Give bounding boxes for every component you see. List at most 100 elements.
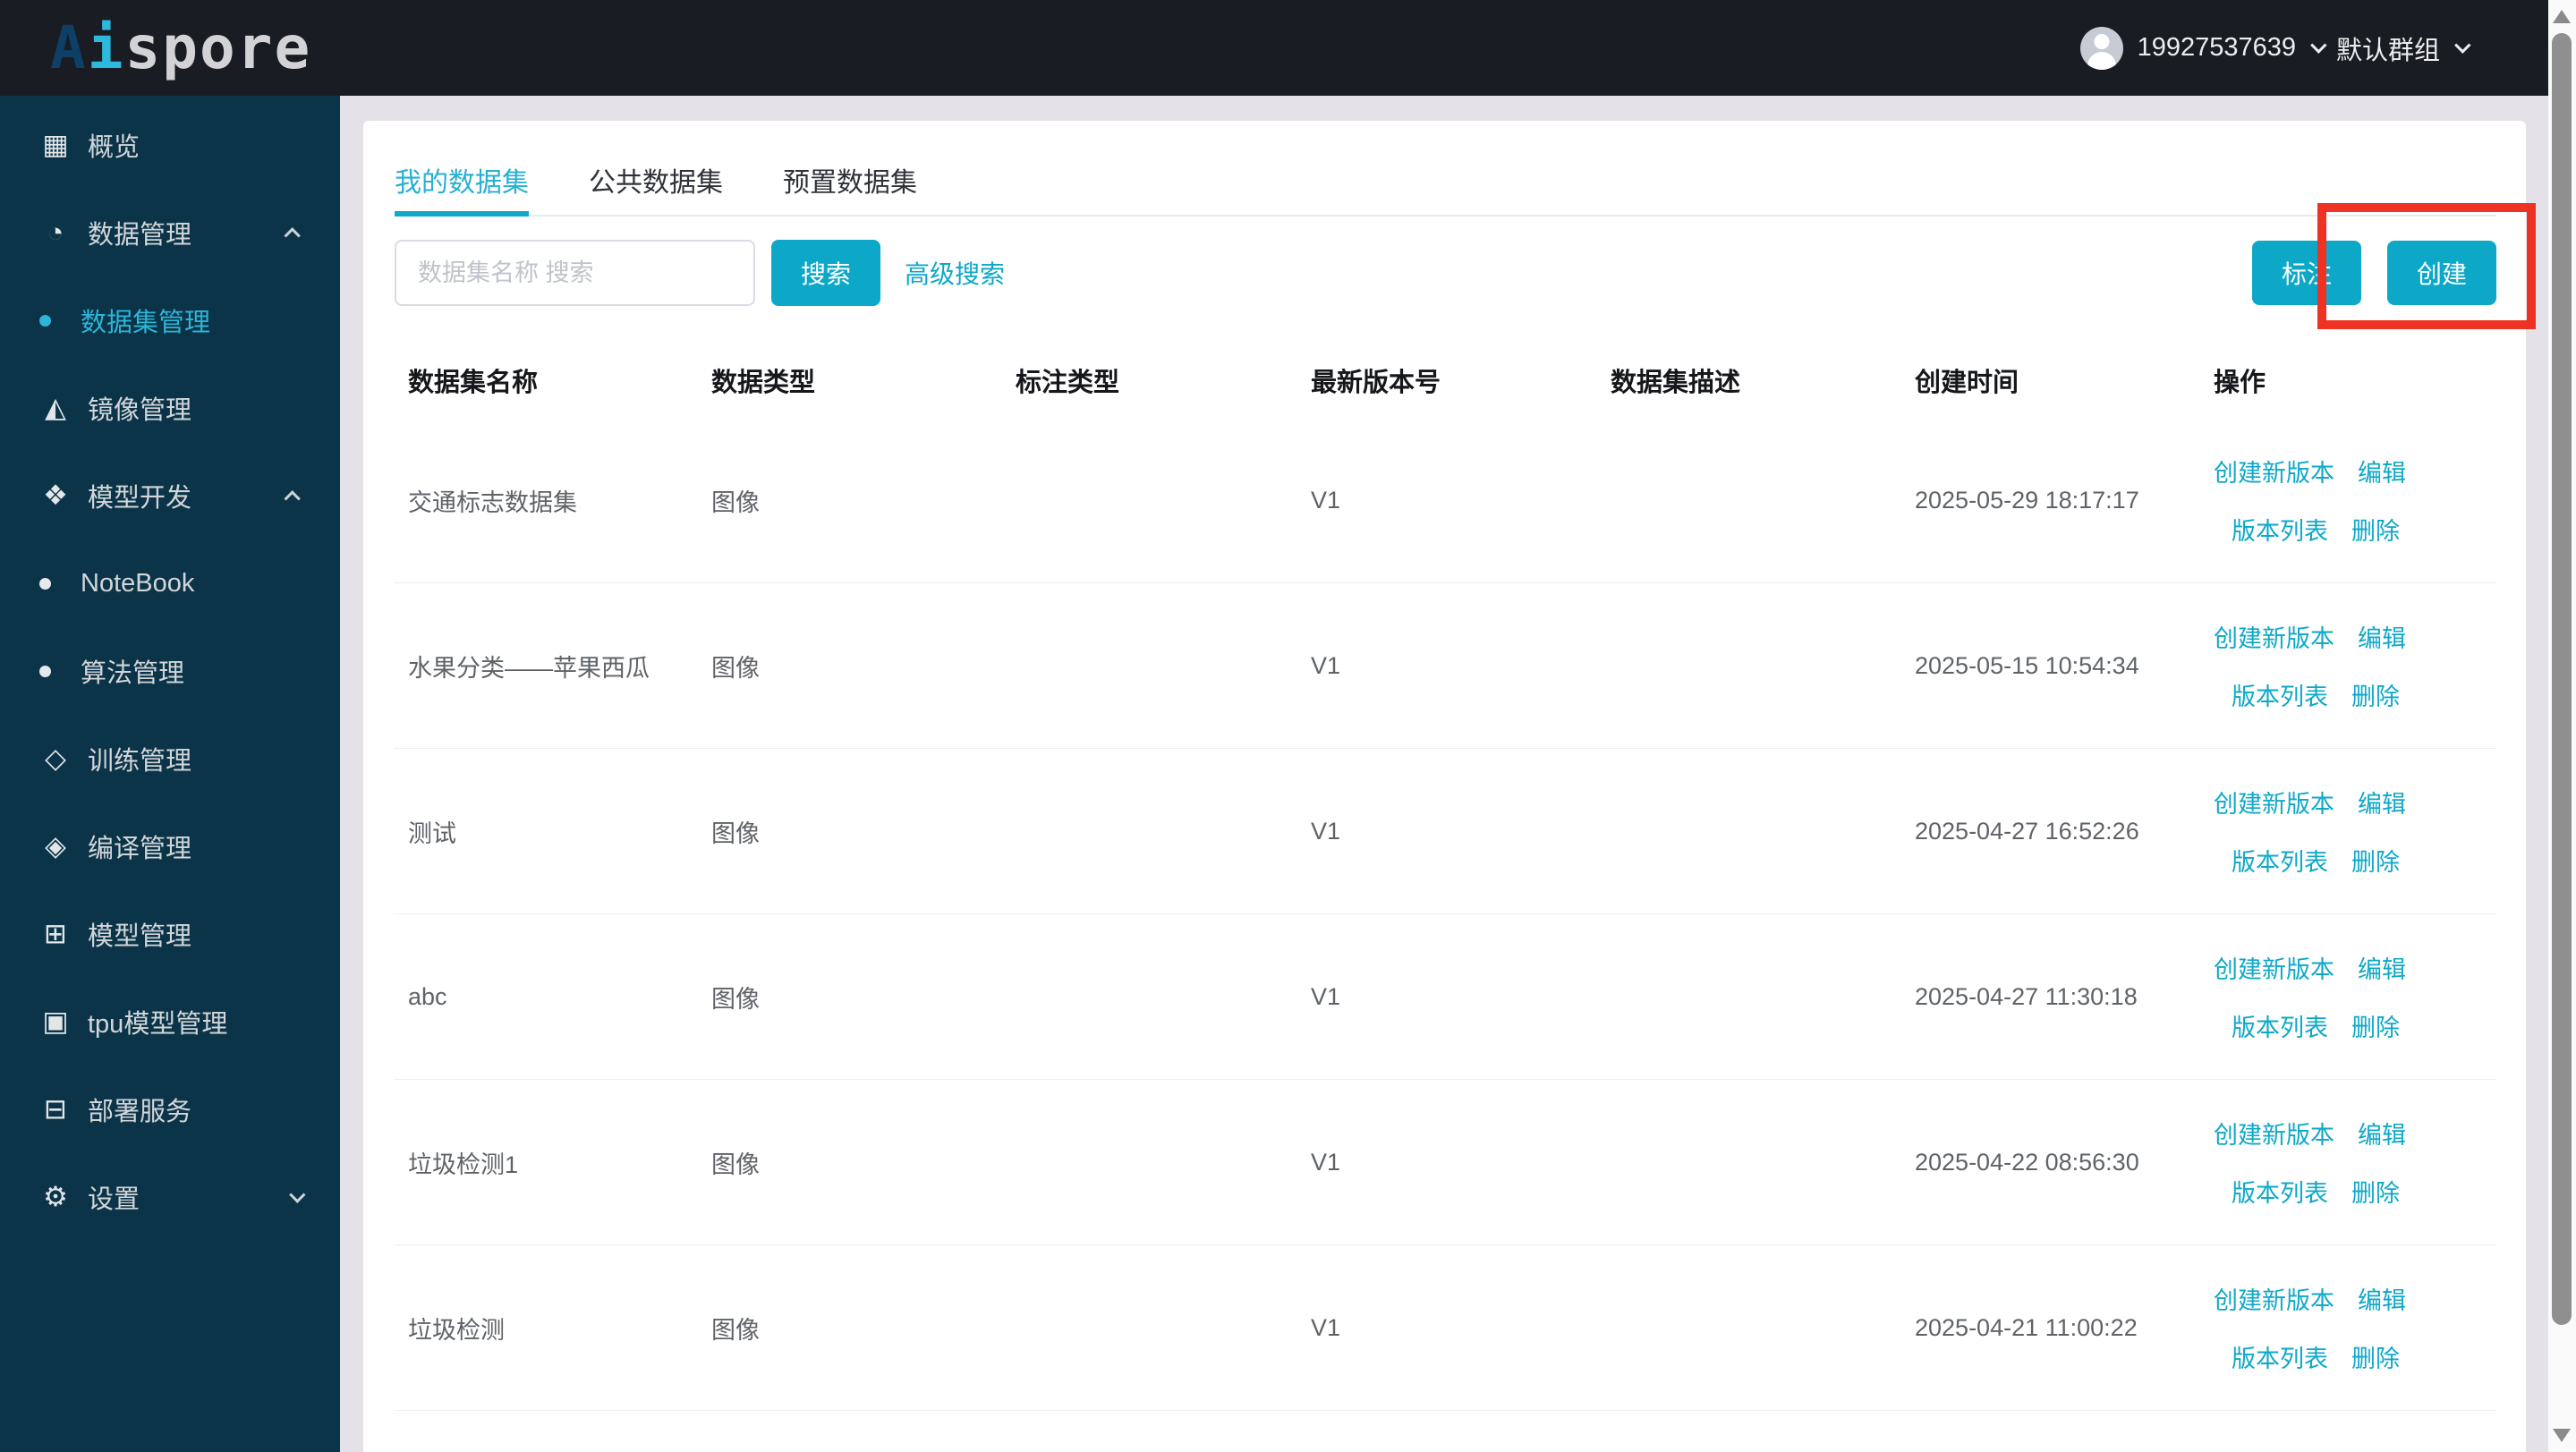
- edit-link[interactable]: 编辑: [2358, 1116, 2406, 1151]
- create-button[interactable]: 创建: [2386, 241, 2496, 305]
- sidebar-item-label: 概览: [88, 133, 140, 162]
- sidebar-item-label: 模型开发: [88, 484, 192, 513]
- delete-link[interactable]: 删除: [2351, 1174, 2400, 1209]
- dataset-name: 垃圾检测1: [408, 1151, 519, 1178]
- tab-public-datasets[interactable]: 公共数据集: [589, 153, 723, 215]
- sidebar-item-notebook[interactable]: NoteBook: [0, 539, 340, 627]
- sidebar-item-algorithm-management[interactable]: 算法管理: [0, 627, 340, 715]
- tab-preset-datasets[interactable]: 预置数据集: [783, 153, 917, 215]
- sidebar-item-model-development[interactable]: ❖ 模型开发: [0, 452, 340, 539]
- latest-version: V1: [1311, 651, 1341, 679]
- version-list-link[interactable]: 版本列表: [2232, 843, 2328, 878]
- training-management-icon: ◇: [45, 743, 66, 774]
- create-new-version-link[interactable]: 创建新版本: [2214, 1116, 2334, 1151]
- delete-link[interactable]: 删除: [2351, 512, 2400, 547]
- dataset-name: 垃圾检测: [408, 1316, 505, 1344]
- sidebar-item-dataset-management[interactable]: 数据集管理: [0, 276, 340, 364]
- bullet-icon: [39, 577, 51, 590]
- data-management-pie-icon: ◔: [47, 217, 64, 248]
- created-time: 2025-04-21 11:00:22: [1915, 1313, 2138, 1341]
- create-new-version-link[interactable]: 创建新版本: [2214, 619, 2334, 654]
- chevron-up-icon: [284, 226, 301, 244]
- row-actions: 创建新版本编辑版本列表删除: [2214, 1281, 2496, 1374]
- row-actions: 创建新版本编辑版本列表删除: [2214, 1448, 2496, 1452]
- sidebar-item-compile-management[interactable]: ◈ 编译管理: [0, 802, 340, 890]
- scroll-down-arrow-icon[interactable]: [2553, 1429, 2571, 1442]
- edit-link[interactable]: 编辑: [2358, 950, 2406, 985]
- sidebar-item-label: 训练管理: [88, 747, 192, 776]
- sidebar-item-training-management[interactable]: ◇ 训练管理: [0, 715, 340, 802]
- dataset-search-input[interactable]: [395, 240, 755, 306]
- sidebar-item-overview[interactable]: ▦ 概览: [0, 101, 340, 189]
- actions-line-1: 创建新版本编辑: [2214, 950, 2406, 985]
- table-row: 垃圾检测1 图像 V1 2025-04-22 08:56:30 创建新版本 编辑 版本列表删…: [394, 1080, 2496, 1245]
- actions-line-2: 版本列表 删除: [2214, 512, 2400, 547]
- scroll-up-arrow-icon[interactable]: [2553, 10, 2571, 23]
- version-list-link[interactable]: 版本列表: [2232, 512, 2328, 547]
- avatar-body: [2087, 51, 2116, 70]
- table-row: 测试 图像 V1 2025-04-27 16:52:26 创建新版本 编辑 版本列表 删除: [394, 749, 2496, 914]
- version-list-link[interactable]: 版本列表: [2232, 677, 2328, 712]
- data-type: 图像: [711, 819, 760, 847]
- latest-version: V1: [1311, 817, 1341, 845]
- create-new-version-link[interactable]: 创建新版本: [2214, 1281, 2334, 1316]
- latest-version: V1: [1311, 1148, 1341, 1176]
- search-button[interactable]: 搜索: [771, 240, 881, 306]
- created-time: 2025-04-22 08:56:30: [1915, 1148, 2139, 1176]
- group-menu[interactable]: 默认群组: [2336, 30, 2440, 67]
- edit-link[interactable]: 编辑: [2358, 454, 2406, 488]
- app-logo: Aispore: [50, 18, 311, 78]
- data-type: 图像: [711, 985, 760, 1013]
- mirror-management-icon: ◭: [45, 392, 66, 423]
- sidebar-item-model-management[interactable]: ⊞ 模型管理: [0, 890, 340, 978]
- delete-link[interactable]: 删除: [2351, 677, 2400, 712]
- edit-link[interactable]: 编辑: [2358, 619, 2406, 654]
- data-type: 图像: [711, 488, 760, 516]
- compile-management-icon: ◈: [45, 830, 66, 862]
- dataset-name: abc: [408, 982, 447, 1010]
- sidebar-item-label: 算法管理: [81, 659, 185, 688]
- chevron-down-icon: [2454, 37, 2471, 54]
- edit-link[interactable]: 编辑: [2358, 785, 2406, 819]
- annotate-button[interactable]: 标注: [2251, 241, 2361, 305]
- advanced-search-link[interactable]: 高级搜索: [905, 255, 1005, 291]
- version-list-link[interactable]: 版本列表: [2232, 1174, 2328, 1209]
- sidebar-item-mirror-management[interactable]: ◭ 镜像管理: [0, 364, 340, 452]
- version-list-link[interactable]: 版本列表: [2232, 1339, 2328, 1374]
- edit-link[interactable]: 编辑: [2358, 1281, 2406, 1316]
- dataset-name: 水果分类——苹果西瓜: [408, 654, 650, 682]
- tab-my-datasets[interactable]: 我的数据集: [395, 153, 529, 217]
- column-header: 操作: [2214, 369, 2266, 397]
- row-actions: 创建新版本编辑版本列表删除: [2214, 950, 2496, 1043]
- create-new-version-link[interactable]: 创建新版本: [2214, 950, 2334, 985]
- actions-line-1: 创建新版本编辑: [2214, 1116, 2406, 1151]
- create-new-version-link[interactable]: 创建新版本: [2214, 1448, 2334, 1452]
- sidebar-item-label: 模型管理: [88, 922, 192, 951]
- dataset-name: 交通标志数据集: [408, 488, 577, 516]
- row-actions: 创建新版本编辑版本列表删除: [2214, 454, 2496, 547]
- table-row: 水果分类——苹果西瓜 图像 V1 2025-05-15 10:54:34 创建新版本 编辑…: [394, 583, 2496, 749]
- actions-line-2: 版本列表 删除: [2214, 1174, 2400, 1209]
- username-menu[interactable]: 19927537639: [2138, 33, 2296, 63]
- chevron-down-icon: [2310, 37, 2327, 54]
- created-time: 2025-05-29 18:17:17: [1915, 486, 2139, 514]
- create-new-version-link[interactable]: 创建新版本: [2214, 454, 2334, 488]
- scrollbar-thumb[interactable]: [2552, 33, 2572, 1325]
- sidebar-item-label: 数据管理: [88, 221, 192, 250]
- delete-link[interactable]: 删除: [2351, 1008, 2400, 1043]
- edit-link[interactable]: 编辑: [2358, 1448, 2406, 1452]
- version-list-link[interactable]: 版本列表: [2232, 1008, 2328, 1043]
- data-type: 图像: [711, 1151, 760, 1178]
- delete-link[interactable]: 删除: [2351, 843, 2400, 878]
- sidebar-nav: ▦ 概览 ◔ 数据管理数据集管理 ◭ 镜像管理 ❖ 模型开发 NoteBook 算法管理 ◇ 训练管理…: [0, 96, 340, 1452]
- table-row: 垃圾检测 图像 V1 2025-04-21 11:00:22 创建新版本 编辑 版本列表 删除: [394, 1245, 2496, 1411]
- sidebar-item-settings[interactable]: ⚙ 设置: [0, 1153, 340, 1241]
- bullet-icon: [39, 314, 51, 327]
- page-scrollbar[interactable]: [2548, 0, 2576, 1452]
- sidebar-item-deploy-service[interactable]: ⊟ 部署服务: [0, 1066, 340, 1153]
- delete-link[interactable]: 删除: [2351, 1339, 2400, 1374]
- sidebar-item-data-management[interactable]: ◔ 数据管理: [0, 189, 340, 276]
- model-development-icon: ❖: [43, 480, 68, 511]
- sidebar-item-tpu-model-management[interactable]: ▣ tpu模型管理: [0, 978, 340, 1066]
- create-new-version-link[interactable]: 创建新版本: [2214, 785, 2334, 819]
